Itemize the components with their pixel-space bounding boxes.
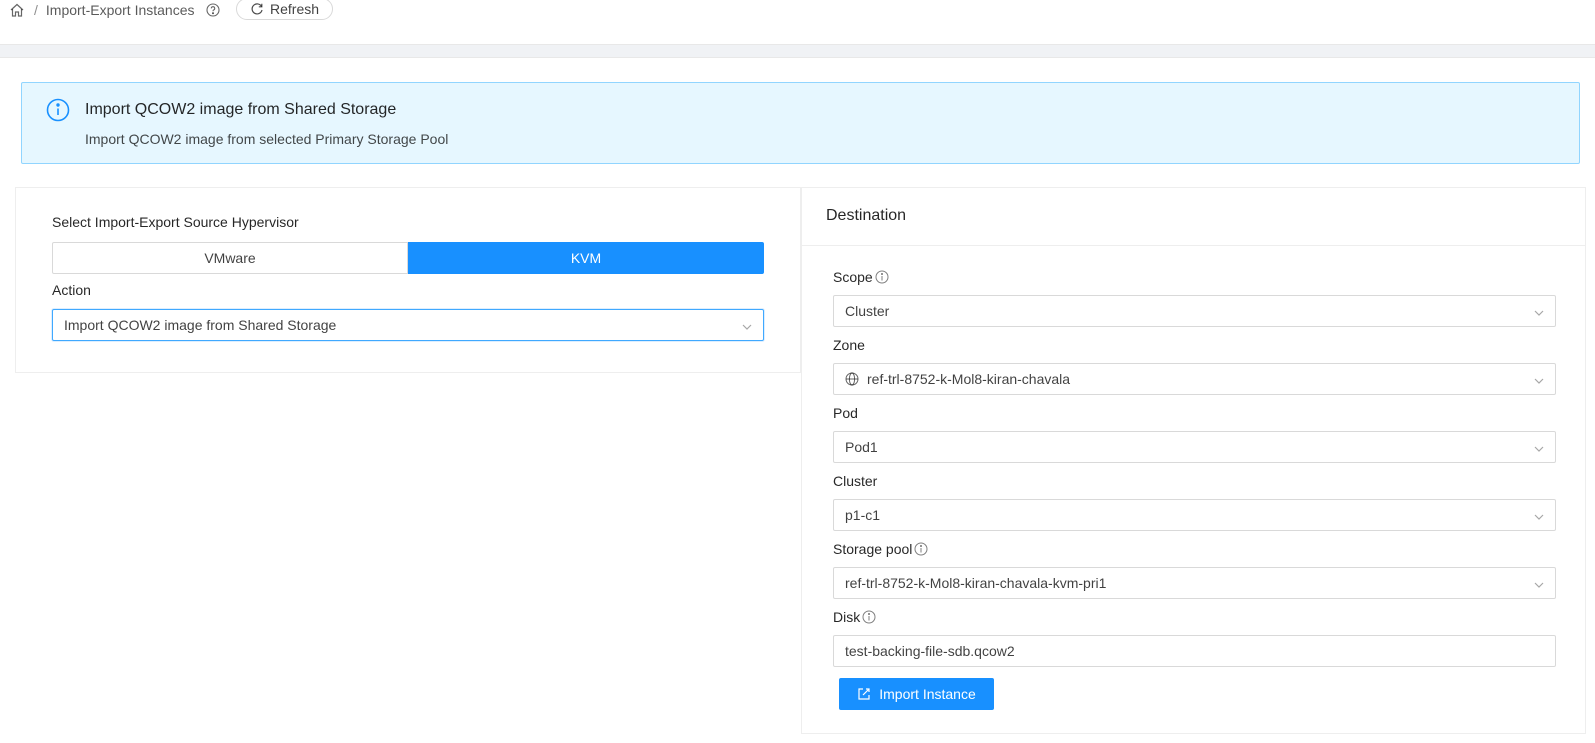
disk-label-row: Disk	[833, 609, 876, 625]
destination-header: Destination	[802, 188, 1585, 246]
chevron-down-icon	[1533, 374, 1545, 386]
storage-pool-select[interactable]: ref-trl-8752-k-Mol8-kiran-chavala-kvm-pr…	[833, 567, 1556, 599]
info-alert: Import QCOW2 image from Shared Storage I…	[21, 82, 1580, 164]
zone-label: Zone	[833, 337, 865, 353]
hypervisor-option-kvm[interactable]: KVM	[408, 242, 764, 274]
hypervisor-label: Select Import-Export Source Hypervisor	[52, 214, 299, 230]
source-card: Select Import-Export Source Hypervisor V…	[15, 187, 801, 373]
breadcrumb: / Import-Export Instances	[8, 0, 221, 20]
alert-title: Import QCOW2 image from Shared Storage	[85, 101, 397, 118]
import-instance-label: Import Instance	[879, 686, 976, 702]
pod-select-value: Pod1	[845, 439, 878, 455]
action-select-value: Import QCOW2 image from Shared Storage	[64, 317, 337, 333]
cluster-select-value: p1-c1	[845, 507, 881, 523]
scope-select-value: Cluster	[845, 303, 890, 319]
info-circle-icon	[46, 98, 70, 122]
cluster-label: Cluster	[833, 473, 878, 489]
chevron-down-icon	[1533, 578, 1545, 590]
alert-description: Import QCOW2 image from selected Primary…	[85, 131, 449, 147]
disk-input-value: test-backing-file-sdb.qcow2	[845, 643, 1015, 659]
disk-label: Disk	[833, 609, 861, 625]
storage-pool-select-value: ref-trl-8752-k-Mol8-kiran-chavala-kvm-pr…	[845, 575, 1107, 591]
pod-select[interactable]: Pod1	[833, 431, 1556, 463]
info-circle-icon[interactable]	[862, 610, 876, 624]
info-circle-icon[interactable]	[875, 270, 889, 284]
chevron-down-icon	[1533, 306, 1545, 318]
top-bar: / Import-Export Instances Refresh	[0, 0, 1595, 45]
refresh-button[interactable]: Refresh	[236, 0, 334, 20]
globe-icon	[845, 372, 859, 386]
action-label: Action	[52, 282, 91, 298]
destination-card: Destination Scope Cluster Zone ref-trl-8…	[801, 187, 1586, 734]
zone-select-value: ref-trl-8752-k-Mol8-kiran-chavala	[867, 371, 1071, 387]
edit-icon	[857, 687, 871, 701]
storage-pool-label: Storage pool	[833, 541, 913, 557]
disk-input[interactable]: test-backing-file-sdb.qcow2	[833, 635, 1556, 667]
chevron-down-icon	[1533, 510, 1545, 522]
zone-select[interactable]: ref-trl-8752-k-Mol8-kiran-chavala	[833, 363, 1556, 395]
breadcrumb-separator: /	[34, 2, 38, 18]
action-select[interactable]: Import QCOW2 image from Shared Storage	[52, 309, 764, 341]
import-instance-button[interactable]: Import Instance	[839, 678, 994, 710]
header-divider	[0, 45, 1595, 58]
refresh-label: Refresh	[270, 1, 320, 17]
info-circle-icon[interactable]	[914, 542, 928, 556]
home-icon[interactable]	[8, 1, 26, 19]
reload-icon	[250, 2, 264, 16]
question-circle-icon[interactable]	[205, 2, 221, 18]
destination-title: Destination	[826, 207, 907, 224]
hypervisor-selector: VMware KVM	[52, 242, 764, 274]
storage-pool-label-row: Storage pool	[833, 541, 928, 557]
hypervisor-option-vmware[interactable]: VMware	[52, 242, 408, 274]
pod-label: Pod	[833, 405, 858, 421]
scope-select[interactable]: Cluster	[833, 295, 1556, 327]
scope-label-row: Scope	[833, 269, 889, 285]
chevron-down-icon	[741, 320, 753, 332]
page-title: Import-Export Instances	[45, 2, 195, 18]
scope-label: Scope	[833, 269, 873, 285]
cluster-select[interactable]: p1-c1	[833, 499, 1556, 531]
chevron-down-icon	[1533, 442, 1545, 454]
